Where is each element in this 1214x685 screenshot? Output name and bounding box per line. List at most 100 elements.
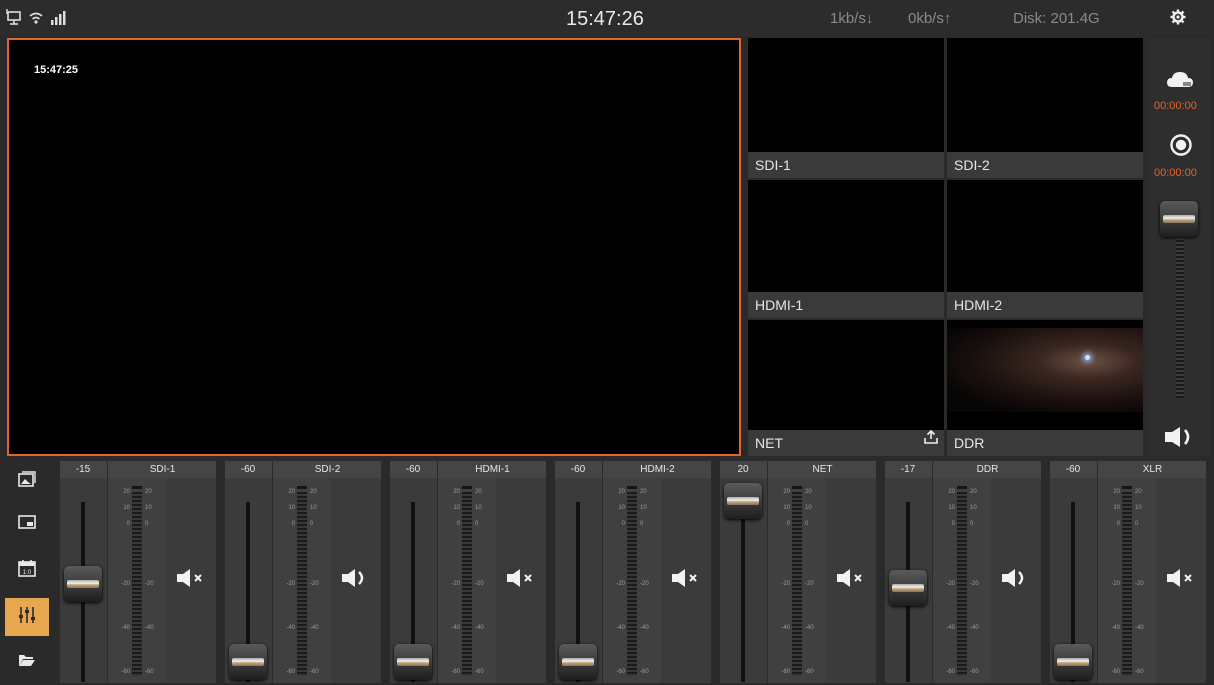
meter-bar	[957, 492, 967, 676]
meter-bar	[132, 492, 142, 676]
multiview-button[interactable]	[5, 462, 49, 500]
meter-scale-label: 20	[618, 489, 625, 495]
audio-mixer-icon	[18, 606, 36, 629]
meter-scale-label: -60	[616, 669, 625, 675]
meter-scale-label: 10	[123, 505, 130, 511]
mute-toggle[interactable]	[1156, 478, 1206, 683]
channel-fader[interactable]	[60, 478, 106, 683]
meter-scale-label: 0	[640, 521, 644, 527]
folder-button[interactable]	[5, 643, 49, 681]
cellular-signal-icon	[50, 10, 68, 30]
mute-toggle[interactable]	[661, 478, 711, 683]
channel-header: -60 HDMI-2	[555, 461, 711, 478]
meter-scale-label: -40	[310, 625, 319, 631]
meter-scale-label: -40	[145, 625, 154, 631]
fader-track[interactable]	[741, 502, 745, 682]
source-label: DDR	[947, 430, 1143, 456]
fader-knob[interactable]	[889, 570, 927, 606]
fader-knob[interactable]	[1054, 644, 1092, 680]
source-label: HDMI-2	[947, 292, 1143, 318]
channel-name: HDMI-2	[602, 461, 712, 478]
source-tile-sdi-2[interactable]: SDI-2	[947, 38, 1143, 178]
fader-knob[interactable]	[64, 566, 102, 602]
meter-scale-label: -20	[121, 581, 130, 587]
channel-header: -17 DDR	[885, 461, 1041, 478]
meter-scale-label: 20	[970, 489, 977, 495]
fader-knob[interactable]	[229, 644, 267, 680]
mute-toggle[interactable]	[991, 478, 1041, 683]
ddr-video-thumbnail	[947, 328, 1143, 412]
meter-scale-label: -20	[970, 581, 979, 587]
channel-level: 20	[737, 464, 749, 475]
mute-toggle[interactable]	[496, 478, 546, 683]
master-fader-track[interactable]	[1176, 238, 1184, 398]
source-tile-hdmi-2[interactable]: HDMI-2	[947, 180, 1143, 318]
meter-clip-indicator	[132, 486, 142, 489]
meter-scale-label: 20	[310, 489, 317, 495]
meter-scale-label: 10	[805, 505, 812, 511]
meter-scale-label: 10	[970, 505, 977, 511]
pip-button[interactable]	[5, 505, 49, 543]
meter-scale-label: 10	[948, 505, 955, 511]
download-rate: 1kb/s↓	[830, 10, 874, 27]
level-meter: 20 20 10 10 0 0 -20 -20 -40 -40 -60 -60	[437, 478, 496, 683]
channel-fader[interactable]	[720, 478, 766, 683]
mute-toggle[interactable]	[826, 478, 876, 683]
meter-scale-label: -20	[145, 581, 154, 587]
source-tile-hdmi-1[interactable]: HDMI-1	[748, 180, 944, 318]
meter-scale-label: -40	[1135, 625, 1144, 631]
channel-header: -15 SDI-1	[60, 461, 216, 478]
meter-scale-label: 10	[288, 505, 295, 511]
channel-name: XLR	[1097, 461, 1207, 478]
fader-knob[interactable]	[559, 644, 597, 680]
fader-knob[interactable]	[394, 644, 432, 680]
meter-scale-label: 20	[453, 489, 460, 495]
meter-scale-label: 0	[970, 521, 974, 527]
channel-fader[interactable]	[555, 478, 601, 683]
timer-button[interactable]: 1:0	[5, 551, 49, 589]
channel-fader[interactable]	[1050, 478, 1096, 683]
channel-level: -60	[570, 464, 586, 475]
channel-fader[interactable]	[885, 478, 931, 683]
meter-scale-label: -60	[145, 669, 154, 675]
meter-scale-label: -60	[475, 669, 484, 675]
meter-scale-label: 20	[948, 489, 955, 495]
channel-level: -15	[75, 464, 91, 475]
cloud-stream-icon[interactable]	[1166, 71, 1194, 94]
speaker-muted-icon	[1166, 568, 1196, 593]
meter-scale-label: 0	[805, 521, 809, 527]
upload-rate: 0kb/s↑	[908, 10, 952, 27]
mixer-channel-sdi-2: -60 SDI-2 20 20 10 10 0 0 -20 -20 -40 -40 -60 -60	[225, 461, 381, 683]
level-meter: 20 20 10 10 0 0 -20 -20 -40 -40 -60 -60	[1097, 478, 1156, 683]
meter-scale-label: 10	[1113, 505, 1120, 511]
meter-scale-label: 20	[783, 489, 790, 495]
source-tile-net[interactable]: NET	[748, 320, 944, 456]
channel-fader[interactable]	[390, 478, 436, 683]
audio-mixer-button[interactable]	[5, 598, 49, 636]
source-tile-sdi-1[interactable]: SDI-1	[748, 38, 944, 178]
mute-toggle[interactable]	[166, 478, 216, 683]
meter-scale-label: 10	[145, 505, 152, 511]
fader-knob[interactable]	[724, 483, 762, 519]
meter-scale-label: 20	[1113, 489, 1120, 495]
channel-level: -60	[1065, 464, 1081, 475]
meter-scale-label: -20	[616, 581, 625, 587]
program-preview[interactable]: 15:47:25	[7, 38, 741, 456]
multiview-icon	[18, 470, 36, 492]
meter-scale-label: -20	[475, 581, 484, 587]
gear-icon[interactable]	[1170, 9, 1186, 30]
speaker-icon[interactable]	[1164, 426, 1196, 453]
meter-scale-label: -60	[451, 669, 460, 675]
mute-toggle[interactable]	[331, 478, 381, 683]
meter-scale-label: 0	[786, 521, 790, 527]
folder-icon	[18, 653, 36, 672]
meter-scale-label: -40	[970, 625, 979, 631]
level-meter: 20 20 10 10 0 0 -20 -20 -40 -40 -60 -60	[767, 478, 826, 683]
record-icon[interactable]	[1170, 134, 1192, 161]
master-fader-knob[interactable]	[1160, 201, 1198, 237]
speaker-muted-icon	[506, 568, 536, 593]
upload-icon[interactable]	[924, 426, 938, 452]
source-tile-ddr[interactable]: DDR	[947, 320, 1143, 456]
meter-scale-label: 0	[145, 521, 149, 527]
channel-fader[interactable]	[225, 478, 271, 683]
